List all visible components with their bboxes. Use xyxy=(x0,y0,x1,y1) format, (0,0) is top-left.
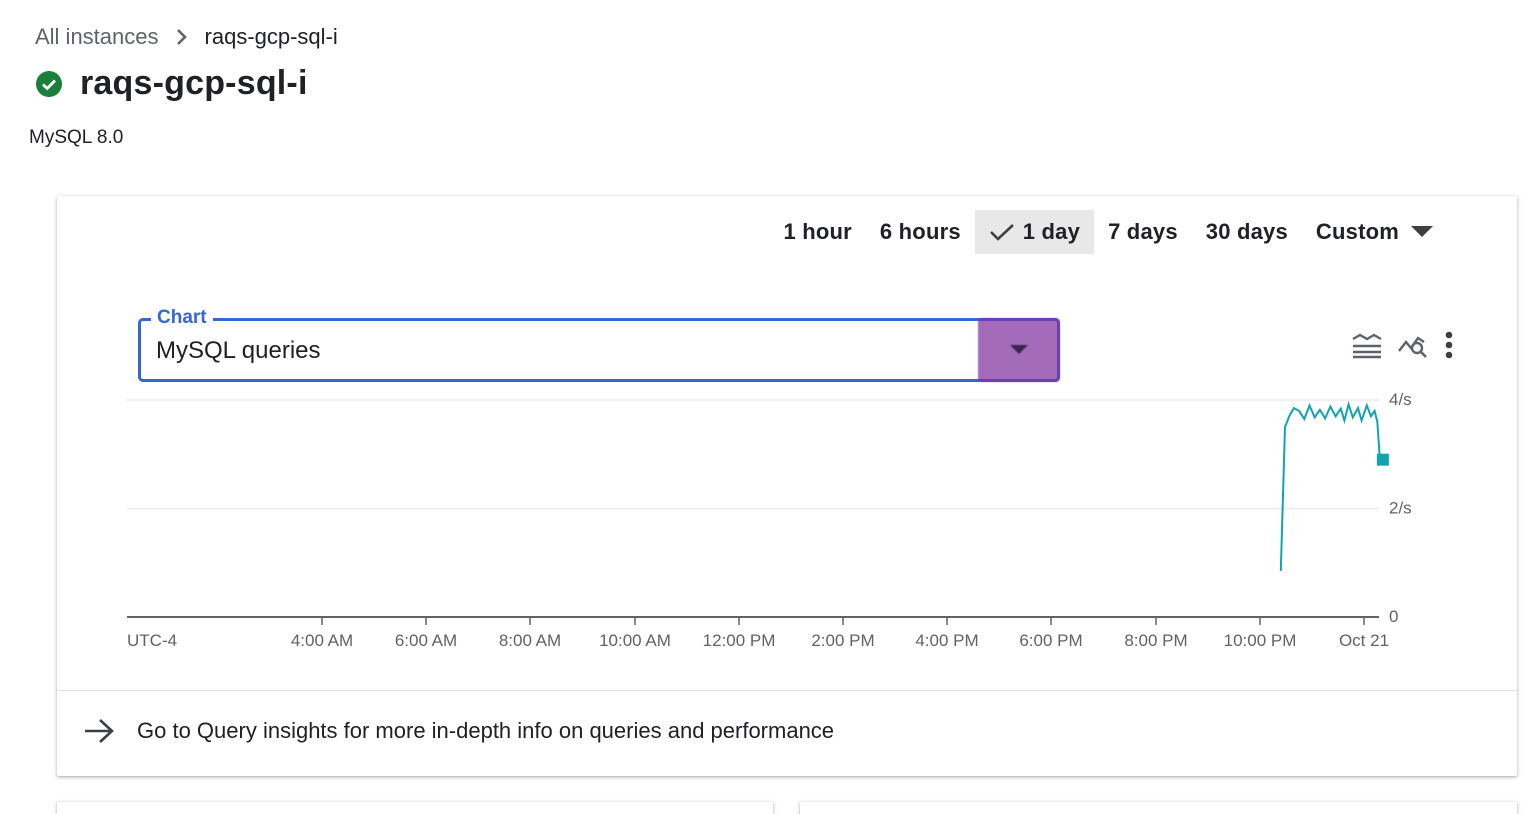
time-range-label: 1 hour xyxy=(783,219,852,244)
time-range-6-hours[interactable]: 6 hours xyxy=(866,210,975,254)
x-tick-label: 6:00 PM xyxy=(1019,631,1082,650)
x-tick-label: 4:00 AM xyxy=(291,631,353,650)
chart-select-label: Chart xyxy=(151,307,213,329)
x-tick-label: 6:00 AM xyxy=(395,631,457,650)
y-tick-label: 0 xyxy=(1389,607,1398,626)
time-range-selector: 1 hour 6 hours 1 day 7 days 30 days Cust… xyxy=(769,210,1447,254)
legend-lines-icon[interactable] xyxy=(1351,331,1383,359)
caret-down-icon xyxy=(1010,345,1028,354)
more-vert-icon[interactable] xyxy=(1443,330,1455,360)
x-tick-label: 10:00 PM xyxy=(1224,631,1297,650)
caret-down-icon xyxy=(1411,226,1433,238)
series-last-point-marker xyxy=(1376,453,1389,466)
x-tick-label: 12:00 PM xyxy=(703,631,776,650)
time-range-custom[interactable]: Custom xyxy=(1302,210,1447,254)
page-title: raqs-gcp-sql-i xyxy=(80,64,308,102)
mysql-queries-chart: 0 2/s 4/s UTC-4 4:00 AM 6:00 AM 8:00 AM 10:00 A… xyxy=(127,390,1412,650)
x-tick-label: 8:00 AM xyxy=(499,631,561,650)
time-range-7-days[interactable]: 7 days xyxy=(1094,210,1192,254)
card-divider xyxy=(57,690,1517,691)
chart-select[interactable]: Chart MySQL queries xyxy=(138,307,1060,382)
check-icon xyxy=(989,222,1015,242)
chart-select-dropdown-button[interactable] xyxy=(978,318,1060,382)
time-range-label: 30 days xyxy=(1205,219,1288,244)
time-range-1-hour[interactable]: 1 hour xyxy=(769,210,865,254)
arrow-right-icon xyxy=(83,718,115,744)
next-card-left xyxy=(57,802,773,814)
breadcrumb-current: raqs-gcp-sql-i xyxy=(204,24,338,49)
metrics-card: 1 hour 6 hours 1 day 7 days 30 days Cust… xyxy=(57,196,1517,776)
time-range-30-days[interactable]: 30 days xyxy=(1192,210,1302,254)
x-tick-label: 10:00 AM xyxy=(599,631,671,650)
next-card-right xyxy=(800,802,1517,814)
breadcrumb-all-instances[interactable]: All instances xyxy=(35,24,159,50)
check-circle-icon xyxy=(36,70,62,97)
time-range-label: 6 hours xyxy=(879,219,961,244)
title-row: raqs-gcp-sql-i xyxy=(36,64,308,103)
time-range-1-day[interactable]: 1 day xyxy=(974,210,1095,254)
time-range-label: Custom xyxy=(1315,219,1399,244)
explore-chart-icon[interactable] xyxy=(1397,331,1429,359)
chart-select-value: MySQL queries xyxy=(156,337,321,364)
y-tick-label: 4/s xyxy=(1389,390,1412,409)
query-insights-link[interactable]: Go to Query insights for more in-depth i… xyxy=(83,718,834,744)
time-range-label: 1 day xyxy=(1022,219,1081,244)
x-tick-label: Oct 21 xyxy=(1339,631,1389,650)
x-tick-label: 2:00 PM xyxy=(811,631,874,650)
breadcrumb: All instances raqs-gcp-sql-i xyxy=(35,24,338,50)
chevron-right-icon xyxy=(175,28,189,46)
x-tick-label: UTC-4 xyxy=(127,631,177,650)
query-insights-text: Go to Query insights for more in-depth i… xyxy=(137,718,835,743)
x-tick-label: 4:00 PM xyxy=(915,631,978,650)
series-line xyxy=(1279,400,1381,571)
y-tick-label: 2/s xyxy=(1389,499,1412,518)
time-range-label: 7 days xyxy=(1108,219,1178,244)
database-version: MySQL 8.0 xyxy=(29,127,124,148)
chart-tools xyxy=(1351,330,1455,360)
x-tick-label: 8:00 PM xyxy=(1124,631,1187,650)
